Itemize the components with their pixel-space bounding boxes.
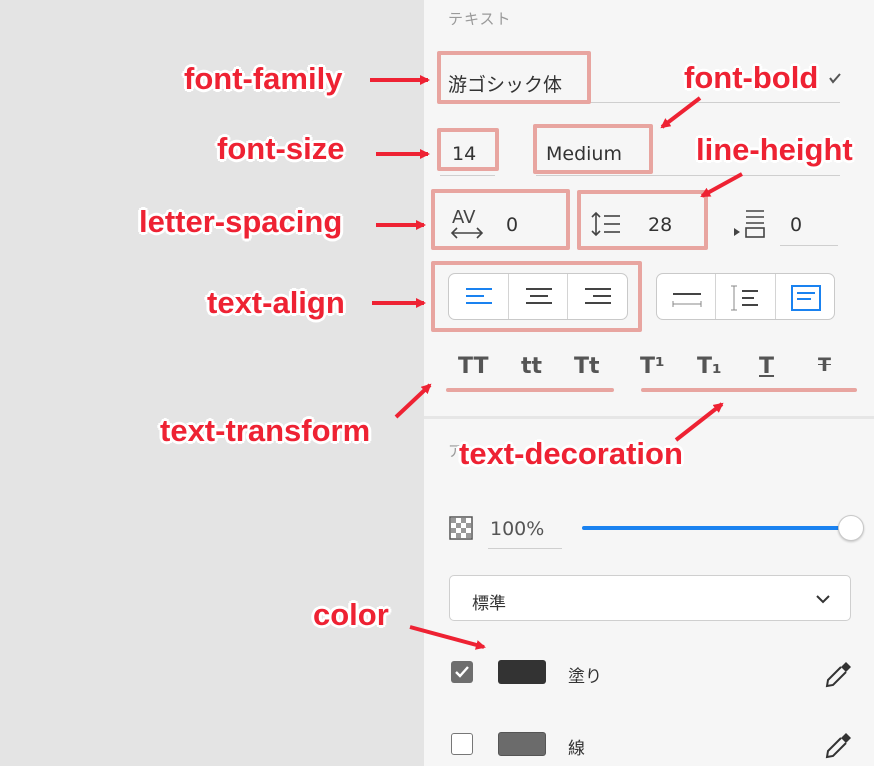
arrow-color — [409, 625, 486, 650]
annotation-color: color — [313, 597, 389, 632]
annotation-text-transform: text-transform — [160, 413, 371, 448]
arrow-text-transform — [394, 383, 432, 419]
annotation-font-bold: font-bold — [684, 60, 819, 95]
arrow-text-decoration — [674, 402, 724, 442]
annotation-letter-spacing: letter-spacing — [139, 204, 343, 239]
annotation-arrows — [370, 75, 743, 650]
annotation-text-decoration: text-decoration — [459, 436, 683, 471]
annotation-line-height: line-height — [696, 132, 853, 167]
annotation-font-size: font-size — [217, 131, 345, 166]
arrow-font-bold — [660, 96, 702, 129]
annotation-font-family: font-family — [184, 61, 343, 96]
arrow-line-height — [700, 172, 743, 198]
annotation-text-align: text-align — [207, 285, 345, 320]
